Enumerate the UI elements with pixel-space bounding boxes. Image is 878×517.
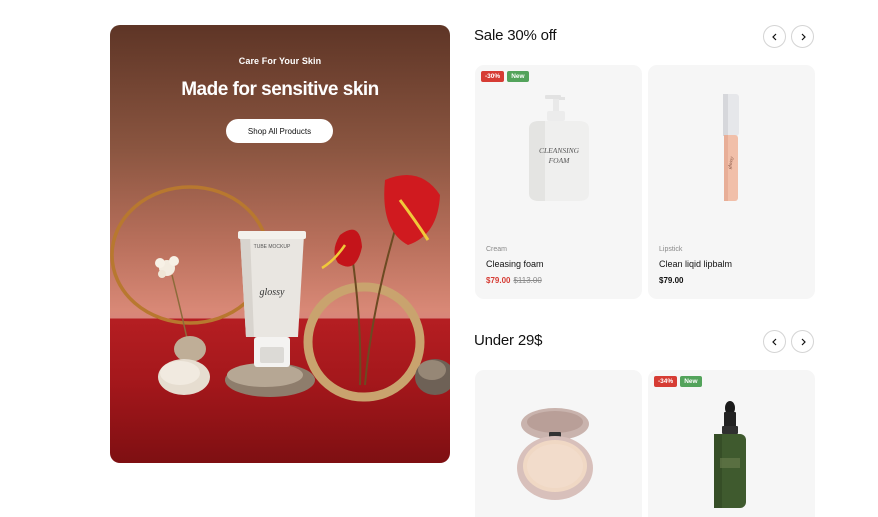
under29-prev-button[interactable] xyxy=(763,330,786,353)
product-name[interactable]: Cleasing foam xyxy=(486,259,544,269)
compact-powder-image xyxy=(517,408,593,500)
cleansing-foam-image: CLEANSING FOAM xyxy=(529,95,589,201)
new-badge: New xyxy=(680,376,702,387)
page: TUBE MOCKUP glossy Care For Your Skin Ma… xyxy=(0,0,878,517)
sale-prev-button[interactable] xyxy=(763,25,786,48)
chevron-right-icon xyxy=(801,33,806,40)
badge-group: -30% New xyxy=(481,71,529,82)
chevron-right-icon xyxy=(801,338,806,345)
product-price: $79.00 xyxy=(659,276,683,285)
lipbalm-image: glossy xyxy=(723,94,739,201)
chevron-left-icon xyxy=(771,33,776,40)
section-title-under-29: Under 29$ xyxy=(474,332,543,349)
white-flower xyxy=(155,256,179,278)
shop-all-products-button[interactable]: Shop All Products xyxy=(226,119,333,143)
product-name[interactable]: Clean liqid lipbalm xyxy=(659,259,732,269)
sale-badge: -34% xyxy=(654,376,678,387)
chevron-left-icon xyxy=(771,338,776,345)
product-card-cleansing-foam[interactable]: -30% New CLEANSING FOAM Cream Cleasing f… xyxy=(475,65,642,299)
product-card-compact-powder[interactable] xyxy=(475,370,642,517)
new-badge: New xyxy=(507,71,529,82)
hero-banner[interactable]: TUBE MOCKUP glossy Care For Your Skin Ma… xyxy=(110,25,450,463)
under29-next-button[interactable] xyxy=(791,330,814,353)
tube-brand: glossy xyxy=(260,287,286,298)
product-card-lipbalm[interactable]: glossy Lipstick Clean liqid lipbalm $79.… xyxy=(648,65,815,299)
hero-eyebrow: Care For Your Skin xyxy=(238,56,322,66)
section-title-sale: Sale 30% off xyxy=(474,27,557,44)
sale-next-button[interactable] xyxy=(791,25,814,48)
badge-group: -34% New xyxy=(654,376,702,387)
product-category: Cream xyxy=(486,246,508,253)
price: $79.00 xyxy=(659,276,684,285)
foam-label-line1: CLEANSING xyxy=(539,146,580,155)
serum-bottle-image xyxy=(714,401,746,508)
hero-title: Made for sensitive skin xyxy=(181,79,379,100)
foam-label-line2: FOAM xyxy=(548,156,571,165)
tube-label-top: TUBE MOCKUP xyxy=(254,244,291,250)
product-card-serum[interactable]: -34% New xyxy=(648,370,815,517)
product-category: Lipstick xyxy=(659,246,683,253)
tube-product xyxy=(238,231,306,367)
sale-badge: -30% xyxy=(481,71,505,82)
old-price: $113.00 xyxy=(513,276,542,285)
product-price: $79.00 $113.00 xyxy=(486,276,542,285)
sale-price: $79.00 xyxy=(486,276,511,285)
